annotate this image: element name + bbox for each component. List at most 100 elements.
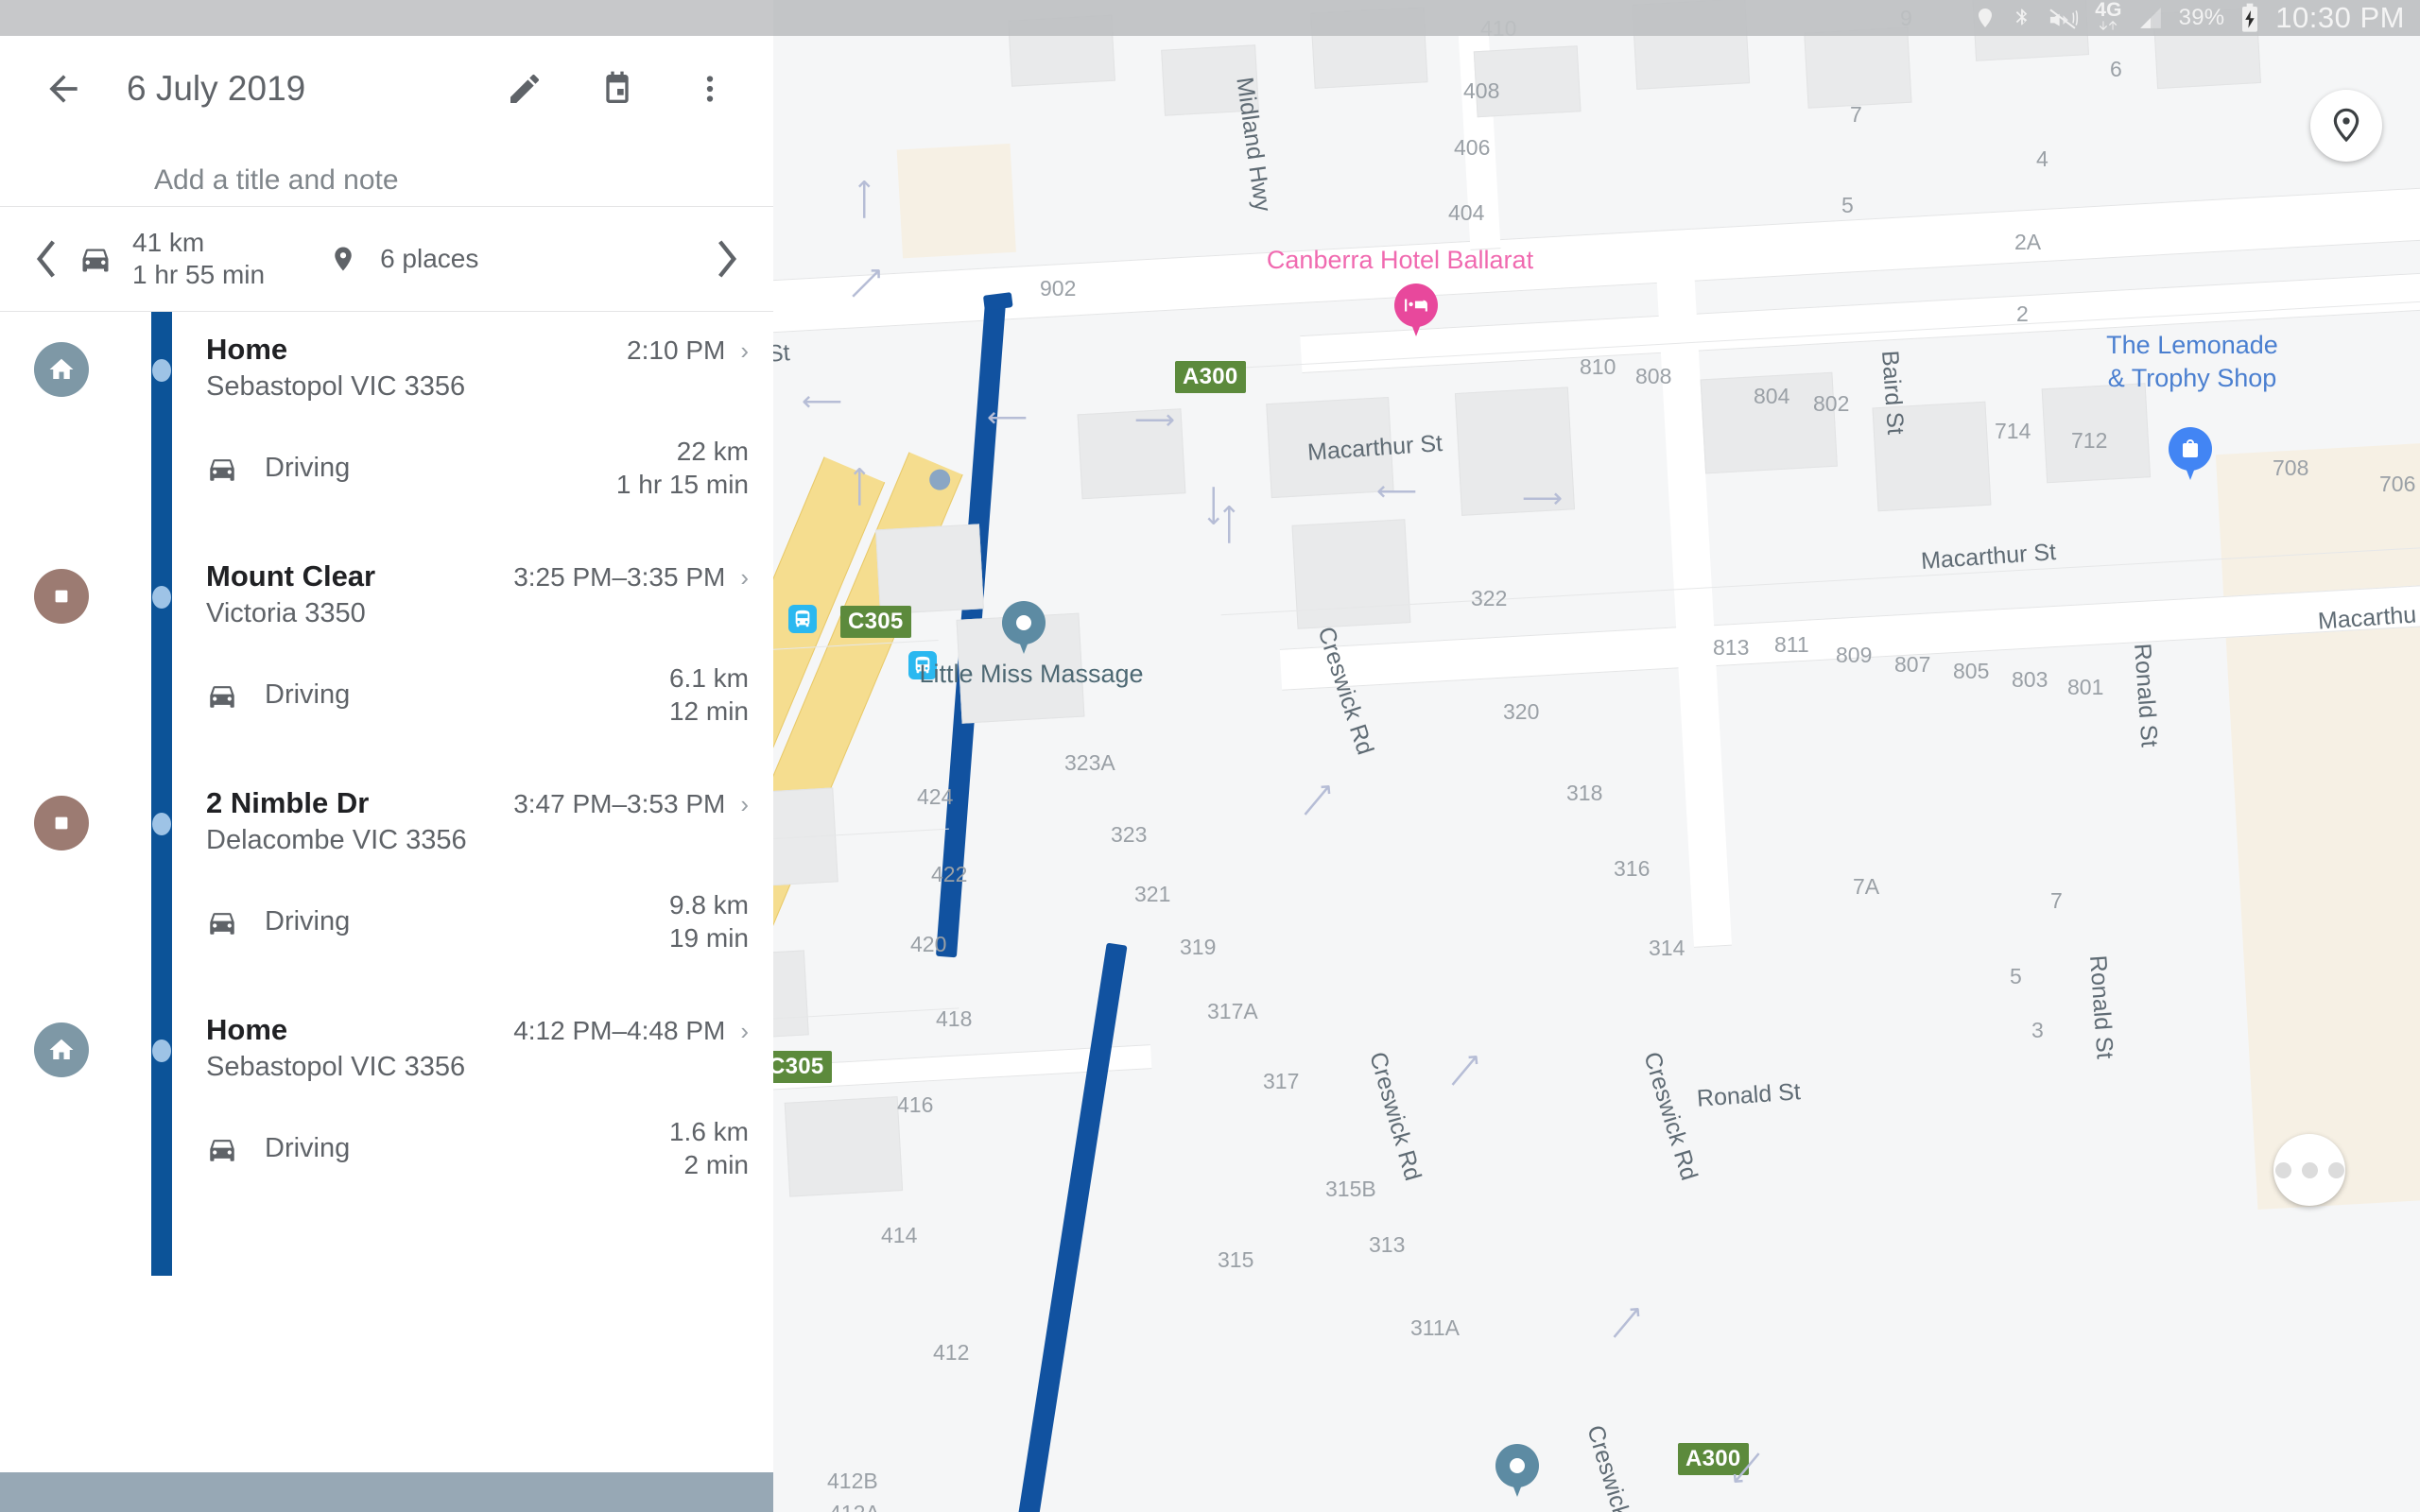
building-number: 318 [1566, 781, 1603, 805]
direction-arrow: ⟶ [1213, 504, 1245, 545]
timeline-row-body[interactable]: Home 2:10 PM › Sebastopol VIC 3356 [206, 312, 773, 403]
leg-mode: Driving [265, 453, 351, 483]
leg-stats: 6.1 km 12 min [669, 662, 749, 727]
timeline-list[interactable]: Home 2:10 PM › Sebastopol VIC 3356 Driving 22… [0, 312, 773, 1276]
generic-place-icon[interactable] [1002, 601, 1046, 658]
distance-summary: 41 km 1 hr 55 min [72, 227, 265, 291]
timeline-leg[interactable]: Driving 6.1 km 12 min [206, 663, 773, 726]
building-number: 311A [1410, 1315, 1461, 1340]
leg-stats: 22 km 1 hr 15 min [616, 436, 749, 500]
building-number: 810 [1580, 354, 1616, 379]
timeline-row[interactable]: 2 Nimble Dr 3:47 PM–3:53 PM › Delacombe VIC… [0, 765, 773, 881]
title-note-field[interactable]: Add a title and note [154, 164, 399, 197]
building-number: 424 [917, 784, 954, 809]
building-number: 315B [1325, 1177, 1376, 1201]
bus-stop-icon-1[interactable] [788, 605, 817, 633]
timeline-dot [152, 813, 171, 835]
building-number: 316 [1614, 856, 1651, 881]
timeline-dot [152, 1040, 171, 1062]
hotel-bed-icon[interactable] [1394, 284, 1438, 340]
timeline-leg[interactable]: Driving 22 km 1 hr 15 min [206, 437, 773, 499]
building-number: 801 [2067, 675, 2104, 699]
timeline-row-body[interactable]: Home 4:12 PM–4:48 PM › Sebastopol VIC 3356 [206, 992, 773, 1083]
place-address: Delacombe VIC 3356 [206, 825, 467, 855]
building-number: 314 [1649, 936, 1685, 960]
place-name: Home [206, 333, 288, 366]
building-number: 319 [1180, 935, 1217, 959]
car-icon [206, 906, 248, 938]
leg-mode: Driving [265, 679, 351, 710]
app-toolbar: 6 July 2019 Add a title and note [0, 36, 773, 206]
leg-duration: 12 min [668, 696, 749, 726]
building-number: 804 [1754, 384, 1790, 408]
direction-arrow: ⟶ [848, 179, 880, 220]
place-time: 3:47 PM–3:53 PM [513, 789, 726, 818]
timeline-leg[interactable]: Driving 9.8 km 19 min [206, 890, 773, 953]
place-time: 2:10 PM [627, 335, 726, 365]
building-number: 712 [2071, 428, 2108, 453]
battery-percent-label: 39% [2178, 5, 2225, 30]
chevron-right-icon[interactable]: › [740, 563, 749, 593]
direction-arrow: ⟶ [802, 387, 843, 418]
status-bar-clock: 10:30 PM [2275, 1, 2405, 34]
building-number: 404 [1448, 200, 1485, 225]
screen: Midland Hwy Macarthur St Macarthur St Ma… [0, 0, 2420, 1512]
edit-pencil-icon[interactable] [490, 54, 560, 124]
more-dots-icon [2274, 1161, 2344, 1178]
building-number: 805 [1953, 659, 1990, 683]
building-number: 320 [1503, 699, 1540, 724]
building-number: 313 [1369, 1232, 1406, 1257]
places-summary: 6 places [320, 242, 478, 276]
building-number: 412A [829, 1501, 880, 1512]
timeline-leg[interactable]: Driving 1.6 km 2 min [206, 1117, 773, 1179]
timeline-dot [152, 586, 171, 609]
leg-duration: 2 min [683, 1149, 749, 1179]
timeline-row[interactable]: Mount Clear 3:25 PM–3:35 PM › Victoria 3350 [0, 539, 773, 654]
shopping-bag-icon[interactable] [2169, 427, 2212, 484]
building-number: 708 [2273, 455, 2309, 480]
overflow-menu-icon[interactable] [675, 54, 745, 124]
building-number: 323 [1111, 822, 1148, 847]
chevron-right-icon[interactable]: › [740, 790, 749, 819]
building-number: 317A [1207, 999, 1258, 1023]
car-icon [206, 1133, 248, 1165]
previous-day-button[interactable] [21, 240, 72, 278]
back-button[interactable] [28, 54, 98, 124]
network-4g-icon: 4G [2095, 0, 2121, 36]
leg-mode: Driving [265, 906, 351, 936]
next-day-button[interactable] [701, 240, 752, 278]
timeline-badge-home [34, 342, 89, 397]
place-address: Sebastopol VIC 3356 [206, 1052, 466, 1082]
chevron-right-icon[interactable]: › [740, 1017, 749, 1046]
vibrate-mute-icon [2048, 0, 2080, 36]
building-number: 813 [1713, 635, 1750, 660]
timeline-badge-home [34, 1022, 89, 1077]
timeline-row-body[interactable]: 2 Nimble Dr 3:47 PM–3:53 PM › Delacombe VIC… [206, 765, 773, 856]
direction-arrow: ⟶ [1134, 404, 1176, 436]
leg-stats: 1.6 km 2 min [669, 1116, 749, 1180]
leg-duration: 19 min [668, 922, 749, 953]
generic-place-icon[interactable] [1495, 1444, 1539, 1501]
building-number: 5 [1841, 193, 1854, 217]
place-name: Home [206, 1013, 288, 1046]
calendar-icon[interactable] [582, 54, 652, 124]
map-more-button[interactable] [2273, 1134, 2345, 1206]
page-title: 6 July 2019 [127, 69, 306, 108]
timeline-badge-place [34, 796, 89, 850]
timeline-row-body[interactable]: Mount Clear 3:25 PM–3:35 PM › Victoria 3350 [206, 539, 773, 629]
place-address: Victoria 3350 [206, 598, 366, 628]
building-number: 412 [933, 1340, 970, 1365]
my-location-button[interactable] [2310, 90, 2382, 162]
panel-status-gap [0, 0, 773, 36]
building-number: 322 [1471, 586, 1508, 610]
timeline-panel: 6 July 2019 Add a title and note 41 km 1… [0, 0, 773, 1512]
building-number: 803 [2012, 667, 2048, 692]
timeline-row[interactable]: Home 2:10 PM › Sebastopol VIC 3356 [0, 312, 773, 427]
leg-distance: 9.8 km [668, 890, 749, 920]
timeline-row[interactable]: Home 4:12 PM–4:48 PM › Sebastopol VIC 3356 [0, 992, 773, 1108]
timeline-badge-place [34, 569, 89, 624]
poi-label: The Lemonade & Trophy Shop [2106, 331, 2278, 392]
chevron-right-icon[interactable]: › [740, 336, 749, 366]
place-name: Mount Clear [206, 559, 376, 593]
building-number: 408 [1463, 78, 1500, 103]
